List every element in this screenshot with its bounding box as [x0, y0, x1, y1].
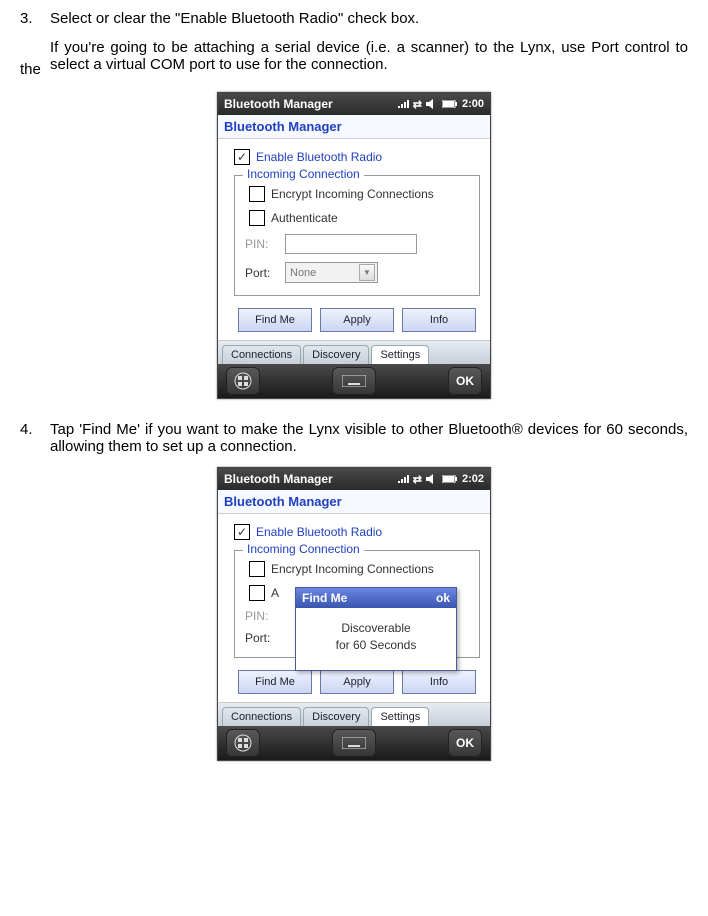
device-frame: Bluetooth Manager ⇄ 2:02 Bluetooth Manag… [217, 467, 491, 761]
status-title: Bluetooth Manager [224, 472, 333, 486]
status-bar: Bluetooth Manager ⇄ 2:02 [218, 468, 490, 490]
encrypt-row: Encrypt Incoming Connections [245, 186, 469, 202]
ok-button[interactable]: OK [448, 729, 482, 757]
find-me-button[interactable]: Find Me [238, 670, 312, 694]
panel: ✓ Enable Bluetooth Radio Incoming Connec… [218, 139, 490, 340]
enable-bluetooth-checkbox[interactable]: ✓ [234, 149, 250, 165]
pin-label: PIN: [245, 237, 285, 251]
bottom-bar: OK [218, 726, 490, 760]
popup-ok[interactable]: ok [436, 591, 450, 605]
group-legend: Incoming Connection [243, 167, 364, 181]
encrypt-checkbox[interactable] [249, 186, 265, 202]
enable-bluetooth-row: ✓ Enable Bluetooth Radio [234, 149, 480, 165]
window-title: Bluetooth Manager [218, 115, 490, 139]
chevron-down-icon: ▼ [359, 264, 375, 281]
volume-icon [426, 99, 438, 109]
network-icon: ⇄ [413, 98, 422, 111]
device-frame: Bluetooth Manager ⇄ 2:00 Bluetooth Manag… [217, 92, 491, 399]
encrypt-label: Encrypt Incoming Connections [271, 187, 434, 201]
start-button[interactable] [226, 367, 260, 395]
popup-title-text: Find Me [302, 591, 347, 605]
auth-checkbox[interactable] [249, 210, 265, 226]
port-value: None [290, 267, 316, 279]
ok-button[interactable]: OK [448, 367, 482, 395]
auth-label-partial: A [271, 586, 279, 600]
step-text: Tap 'Find Me' if you want to make the Ly… [50, 421, 688, 455]
panel: ✓ Enable Bluetooth Radio Incoming Connec… [218, 514, 490, 702]
enable-bluetooth-label: Enable Bluetooth Radio [256, 150, 382, 164]
popup-line1: Discoverable [302, 620, 450, 637]
find-me-popup: Find Me ok Discoverable for 60 Seconds [295, 587, 457, 671]
battery-icon [442, 475, 458, 483]
apply-button[interactable]: Apply [320, 670, 394, 694]
hanging-the: the [20, 61, 50, 78]
keyboard-button[interactable] [332, 729, 376, 757]
volume-icon [426, 474, 438, 484]
battery-icon [442, 100, 458, 108]
pin-row: PIN: [245, 234, 469, 254]
screenshot-2: Bluetooth Manager ⇄ 2:02 Bluetooth Manag… [20, 467, 688, 761]
paragraph-serial: the If you're going to be attaching a se… [20, 39, 688, 78]
popup-body: Discoverable for 60 Seconds [296, 608, 456, 670]
status-bar: Bluetooth Manager ⇄ 2:00 [218, 93, 490, 115]
auth-label: Authenticate [271, 211, 338, 225]
pin-input[interactable] [285, 234, 417, 254]
step-number: 4. [20, 421, 50, 455]
port-select[interactable]: None ▼ [285, 262, 378, 283]
port-label: Port: [245, 631, 285, 645]
status-time: 2:00 [462, 98, 484, 110]
window-title: Bluetooth Manager [218, 490, 490, 514]
step-number: 3. [20, 10, 50, 27]
button-row: Find Me Apply Info [234, 308, 480, 332]
enable-bluetooth-label: Enable Bluetooth Radio [256, 525, 382, 539]
auth-checkbox[interactable] [249, 585, 265, 601]
step-4: 4. Tap 'Find Me' if you want to make the… [20, 421, 688, 455]
info-button[interactable]: Info [402, 670, 476, 694]
tab-settings[interactable]: Settings [371, 345, 429, 364]
button-row: Find Me Apply Info [234, 670, 480, 694]
encrypt-label: Encrypt Incoming Connections [271, 562, 434, 576]
encrypt-row: Encrypt Incoming Connections [245, 561, 469, 577]
bottom-bar: OK [218, 364, 490, 398]
tab-bar: Connections Discovery Settings [218, 340, 490, 364]
enable-bluetooth-checkbox[interactable]: ✓ [234, 524, 250, 540]
incoming-connection-group: Incoming Connection Encrypt Incoming Con… [234, 550, 480, 658]
port-row: Port: None ▼ [245, 262, 469, 283]
pin-label: PIN: [245, 609, 285, 623]
tab-discovery[interactable]: Discovery [303, 707, 369, 726]
step-3: 3. Select or clear the "Enable Bluetooth… [20, 10, 688, 27]
network-icon: ⇄ [413, 473, 422, 486]
signal-icon [397, 99, 409, 109]
encrypt-checkbox[interactable] [249, 561, 265, 577]
screenshot-1: Bluetooth Manager ⇄ 2:00 Bluetooth Manag… [20, 92, 688, 399]
auth-row: A Find Me ok Discoverable for 60 Seconds [245, 585, 469, 601]
status-title: Bluetooth Manager [224, 97, 333, 111]
popup-titlebar: Find Me ok [296, 588, 456, 608]
apply-button[interactable]: Apply [320, 308, 394, 332]
signal-icon [397, 474, 409, 484]
keyboard-button[interactable] [332, 367, 376, 395]
port-label: Port: [245, 266, 285, 280]
tab-bar: Connections Discovery Settings [218, 702, 490, 726]
status-time: 2:02 [462, 473, 484, 485]
find-me-button[interactable]: Find Me [238, 308, 312, 332]
tab-connections[interactable]: Connections [222, 345, 301, 364]
tab-settings[interactable]: Settings [371, 707, 429, 726]
tab-connections[interactable]: Connections [222, 707, 301, 726]
info-button[interactable]: Info [402, 308, 476, 332]
step-text: Select or clear the "Enable Bluetooth Ra… [50, 10, 688, 27]
auth-row: Authenticate [245, 210, 469, 226]
incoming-connection-group: Incoming Connection Encrypt Incoming Con… [234, 175, 480, 296]
start-button[interactable] [226, 729, 260, 757]
paragraph-text: If you're going to be attaching a serial… [50, 39, 688, 78]
enable-bluetooth-row: ✓ Enable Bluetooth Radio [234, 524, 480, 540]
tab-discovery[interactable]: Discovery [303, 345, 369, 364]
popup-line2: for 60 Seconds [302, 637, 450, 654]
group-legend: Incoming Connection [243, 542, 364, 556]
